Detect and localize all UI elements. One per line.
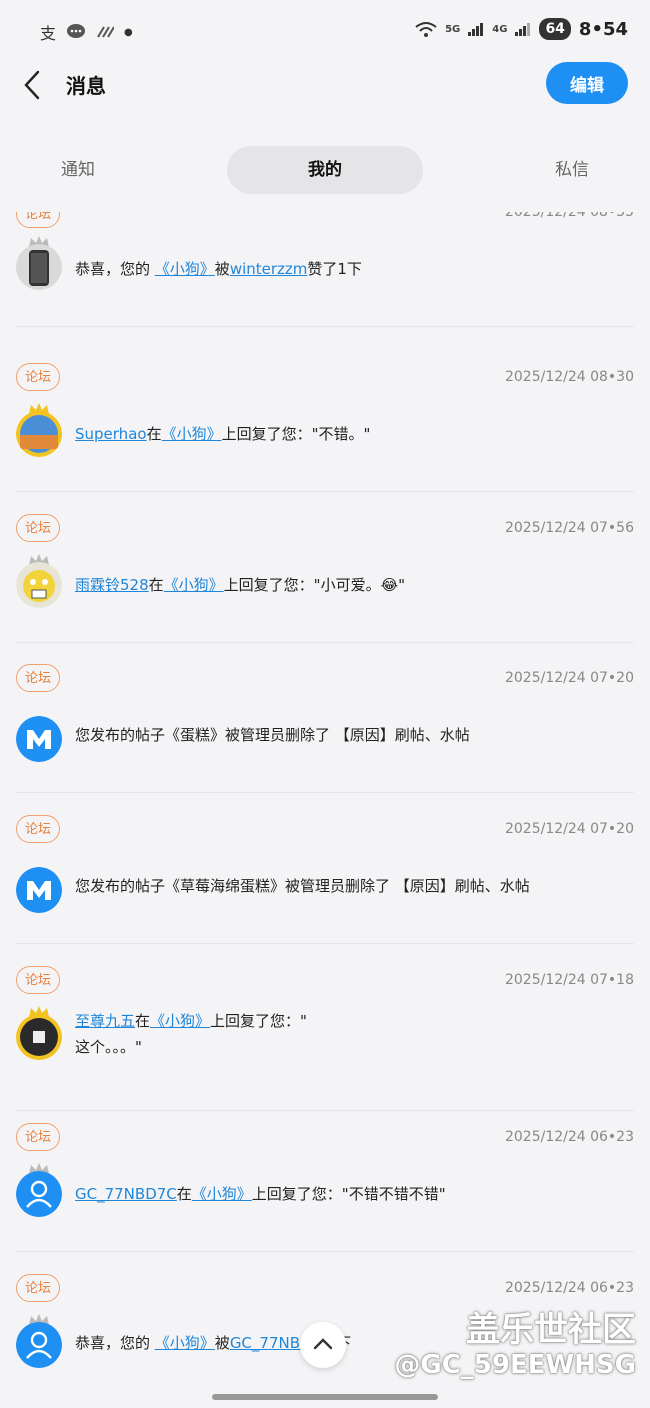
user-link[interactable]: winterzzm: [230, 260, 308, 278]
avatar[interactable]: [16, 708, 62, 764]
alipay-icon: 支: [40, 24, 57, 43]
signal-icon: [97, 26, 115, 38]
forum-tag: 论坛: [16, 363, 60, 391]
post-link[interactable]: 《小狗》: [155, 260, 215, 278]
message-mid: 在: [135, 1012, 151, 1030]
tab-mine[interactable]: 我的: [227, 146, 423, 194]
forum-tag: 论坛: [16, 1123, 60, 1151]
system-m-icon: [16, 716, 62, 762]
message-mid: 被: [214, 260, 230, 278]
user-link[interactable]: GC_77NBD7C: [75, 1185, 177, 1203]
user-link[interactable]: 至尊九五: [75, 1012, 135, 1030]
user-link[interactable]: 雨霖铃528: [75, 576, 149, 594]
user-avatar-image: [16, 1171, 62, 1217]
divider: [16, 642, 634, 643]
scroll-to-top-button[interactable]: [300, 1322, 346, 1368]
cell-signal-icon: [468, 23, 484, 36]
dot-icon: ●: [124, 26, 133, 38]
message-text: 雨霖铃528在《小狗》上回复了您："小可爱。😂": [75, 572, 620, 598]
forum-tag: 论坛: [16, 664, 60, 692]
timestamp: 2025/12/24 07•20: [504, 670, 634, 686]
divider: [16, 326, 634, 327]
tab-bar: 通知 我的 私信: [0, 146, 650, 194]
message-list[interactable]: 论坛 2025/12/24 08•35 恭喜，您的 《小狗》被winterzzm…: [0, 212, 650, 1408]
message-text: 恭喜，您的 《小狗》被winterzzm赞了1下: [75, 256, 620, 282]
divider: [16, 1110, 634, 1111]
post-link[interactable]: 《小狗》: [192, 1185, 252, 1203]
tab-notifications[interactable]: 通知: [20, 146, 136, 194]
message-text: 至尊九五在《小狗》上回复了您：" 这个。。。": [75, 1008, 620, 1060]
chat-icon: [67, 24, 86, 38]
forum-tag: 论坛: [16, 1274, 60, 1302]
cell-signal-icon-2: [515, 23, 531, 36]
battery-level: 64: [539, 18, 571, 40]
divider: [16, 1251, 634, 1252]
avatar[interactable]: [16, 859, 62, 915]
home-indicator[interactable]: [212, 1394, 438, 1400]
timestamp: 2025/12/24 08•35: [504, 212, 634, 220]
avatar[interactable]: [16, 1006, 62, 1062]
timestamp: 2025/12/24 06•23: [504, 1280, 634, 1296]
status-bar: 支 ● 5G 4G 64 8•54: [0, 0, 650, 60]
message-suffix: 赞了1下: [307, 260, 362, 278]
forum-tag: 论坛: [16, 514, 60, 542]
avatar[interactable]: [16, 403, 62, 459]
user-avatar-image: [16, 411, 62, 457]
page-title: 消息: [66, 74, 106, 98]
timestamp: 2025/12/24 07•56: [504, 520, 634, 536]
message-mid: 在: [176, 1185, 192, 1203]
header: 消息 编辑: [0, 60, 650, 110]
avatar[interactable]: [16, 236, 62, 292]
network-5g: 5G: [445, 23, 461, 35]
avatar[interactable]: [16, 1314, 62, 1370]
message-text: GC_77NBD7C在《小狗》上回复了您："不错不错不错": [75, 1181, 620, 1207]
edit-button[interactable]: 编辑: [546, 62, 628, 104]
back-arrow-icon[interactable]: [20, 68, 48, 102]
chevron-up-icon: [313, 1338, 333, 1350]
timestamp: 2025/12/24 07•18: [504, 972, 634, 988]
message-mid: 在: [146, 425, 162, 443]
divider: [16, 792, 634, 793]
message-prefix: 恭喜，您的: [75, 1334, 155, 1352]
message-mid: 被: [214, 1334, 230, 1352]
wifi-icon: [415, 22, 437, 37]
avatar[interactable]: [16, 1163, 62, 1219]
message-prefix: 恭喜，您的: [75, 260, 155, 278]
network-4g: 4G: [492, 23, 508, 35]
message-suffix: 上回复了您："小可爱。😂": [223, 576, 405, 594]
forum-tag: 论坛: [16, 212, 60, 228]
timestamp: 2025/12/24 08•30: [504, 369, 634, 385]
user-avatar-image: [16, 562, 62, 608]
divider: [16, 943, 634, 944]
message-text: Superhao在《小狗》上回复了您："不错。": [75, 421, 620, 447]
timestamp: 2025/12/24 07•20: [504, 821, 634, 837]
tab-private-messages[interactable]: 私信: [514, 146, 630, 194]
message-text: 您发布的帖子《草莓海绵蛋糕》被管理员删除了 【原因】刷帖、水帖: [75, 877, 530, 895]
message-line2: 这个。。。": [75, 1038, 142, 1056]
timestamp: 2025/12/24 06•23: [504, 1129, 634, 1145]
post-link[interactable]: 《小狗》: [162, 425, 222, 443]
message-suffix: 上回复了您：": [210, 1012, 307, 1030]
user-avatar-image: [16, 1014, 62, 1060]
post-link[interactable]: 《小狗》: [150, 1012, 210, 1030]
message-text: 您发布的帖子《蛋糕》被管理员删除了 【原因】刷帖、水帖: [75, 726, 470, 744]
user-avatar-image: [16, 1322, 62, 1368]
watermark-username: @GC_59EEWHSG: [394, 1350, 636, 1380]
forum-tag: 论坛: [16, 815, 60, 843]
message-suffix: 上回复了您："不错。": [221, 425, 371, 443]
system-m-icon: [16, 867, 62, 913]
message-mid: 在: [148, 576, 164, 594]
post-link[interactable]: 《小狗》: [164, 576, 224, 594]
avatar[interactable]: [16, 554, 62, 610]
post-link[interactable]: 《小狗》: [155, 1334, 215, 1352]
clock: 8•54: [578, 18, 628, 40]
watermark-community: 盖乐世社区: [466, 1310, 636, 1350]
user-link[interactable]: Superhao: [75, 425, 147, 443]
user-avatar-image: [16, 244, 62, 290]
divider: [16, 491, 634, 492]
message-suffix: 上回复了您："不错不错不错": [251, 1185, 446, 1203]
forum-tag: 论坛: [16, 966, 60, 994]
